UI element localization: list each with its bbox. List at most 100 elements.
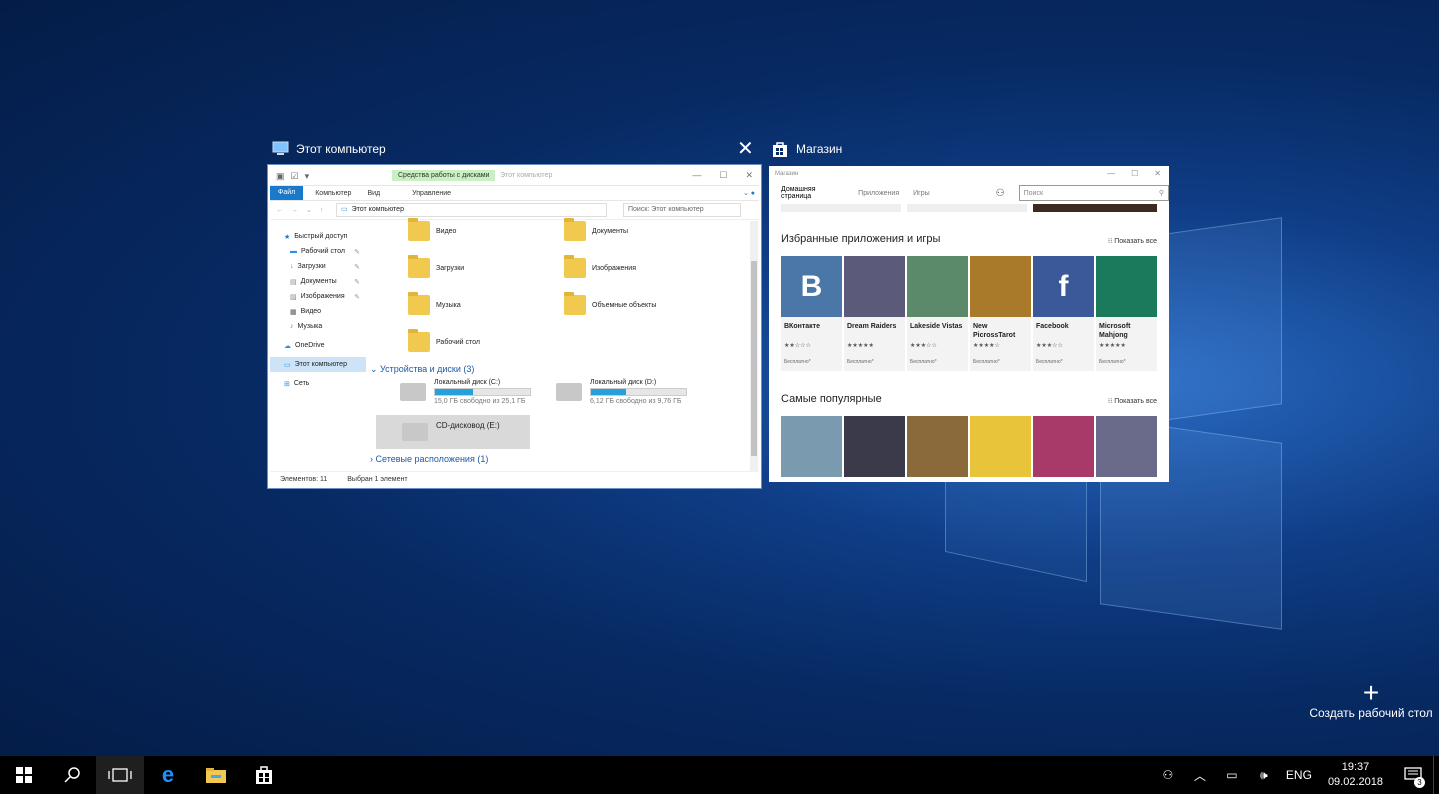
app-tile[interactable] <box>970 416 1031 477</box>
popular-tiles <box>781 416 1157 477</box>
search-button[interactable] <box>48 756 96 794</box>
nav-item-this-pc[interactable]: ▭ Этот компьютер <box>270 357 366 372</box>
close-icon[interactable]: ✕ <box>745 170 753 181</box>
maximize-icon[interactable]: ☐ <box>719 170 727 181</box>
app-tile[interactable]: Lakeside Vistas ★★★☆☆ Бесплатно* <box>907 256 968 371</box>
app-tile[interactable] <box>1096 416 1157 477</box>
folder-pictures[interactable]: Изображения <box>564 255 636 278</box>
new-desktop-button[interactable]: + Создать рабочий стол <box>1306 679 1436 721</box>
store-thumb-label: Магазин <box>796 142 843 156</box>
folder-downloads[interactable]: Загрузки <box>408 255 464 278</box>
search-input[interactable]: Поиск: Этот компьютер <box>623 203 741 217</box>
app-tile[interactable]: Dream Raiders ★★★★★ Бесплатно* <box>844 256 905 371</box>
maximize-icon[interactable]: ☐ <box>1131 169 1138 178</box>
nav-item-network[interactable]: ⊞ Сеть <box>270 376 366 391</box>
section-network[interactable]: › Сетевые расположения (1) <box>370 454 488 464</box>
tab-home[interactable]: Домашняя страница <box>781 186 844 200</box>
tab-manage[interactable]: Управление <box>412 190 451 197</box>
minimize-icon[interactable]: — <box>1107 169 1115 178</box>
edge-button[interactable]: e <box>144 756 192 794</box>
desktop-icon: ▬ <box>290 248 297 255</box>
navigation-pane: ★ Быстрый доступ ▬ Рабочий стол ✎ ↓ Загрузки… <box>270 229 366 469</box>
folder-desktop[interactable]: Рабочий стол <box>408 329 480 352</box>
drive-icon <box>400 383 426 401</box>
tab-view[interactable]: Вид <box>367 190 380 197</box>
explorer-titlebar: ▣ ☑ ▾ Средства работы с дисками Этот компь… <box>270 167 759 186</box>
show-desktop-button[interactable] <box>1433 756 1439 794</box>
folder-documents[interactable]: Документы <box>564 218 628 241</box>
app-tile[interactable] <box>844 416 905 477</box>
music-icon: ♪ <box>290 323 294 330</box>
drive-d[interactable]: Локальный диск (D:) 6,12 ГБ свободно из … <box>556 379 687 405</box>
app-tile[interactable] <box>907 416 968 477</box>
close-icon[interactable]: ✕ <box>737 139 754 159</box>
store-window[interactable]: Магазин — ☐ ✕ Домашняя страница Приложен… <box>769 166 1169 482</box>
close-icon[interactable]: ✕ <box>1154 169 1161 178</box>
action-center-button[interactable]: 3 <box>1393 756 1433 794</box>
pin-icon: ✎ <box>354 248 360 256</box>
help-icon[interactable]: ⌄ ● <box>743 189 755 197</box>
tab-file[interactable]: Файл <box>270 186 304 200</box>
app-tile[interactable]: f Facebook ★★★☆☆ Бесплатно* <box>1033 256 1094 371</box>
show-all-popular-link[interactable]: ⁝⁝ Показать все <box>1108 397 1157 405</box>
tab-apps[interactable]: Приложения <box>858 190 899 197</box>
app-tile[interactable]: B ВКонтакте ★★☆☆☆ Бесплатно* <box>781 256 842 371</box>
network-icon: ⊞ <box>284 380 290 388</box>
nav-item-downloads[interactable]: ↓ Загрузки ✎ <box>270 259 366 274</box>
start-button[interactable] <box>0 756 48 794</box>
nav-item-quick-access[interactable]: ★ Быстрый доступ <box>270 229 366 244</box>
nav-item-videos[interactable]: ▦ Видео <box>270 304 366 319</box>
nav-item-pictures[interactable]: ▨ Изображения ✎ <box>270 289 366 304</box>
store-titlebar: Магазин — ☐ ✕ <box>775 169 1161 178</box>
nav-item-desktop[interactable]: ▬ Рабочий стол ✎ <box>270 244 366 259</box>
task-view-button[interactable] <box>96 756 144 794</box>
drive-c[interactable]: Локальный диск (C:) 15,0 ГБ свободно из … <box>400 379 531 405</box>
tab-computer[interactable]: Компьютер <box>315 190 351 197</box>
hero-strip <box>781 204 1157 212</box>
store-thumb-title[interactable]: Магазин <box>770 140 842 158</box>
explorer-thumb-title[interactable]: Этот компьютер <box>270 140 386 158</box>
app-tile[interactable] <box>1033 416 1094 477</box>
app-tile[interactable]: Microsoft Mahjong ★★★★★ Бесплатно* <box>1096 256 1157 371</box>
network-icon[interactable]: ▭ <box>1220 768 1244 782</box>
context-tab[interactable]: Средства работы с дисками <box>392 170 496 181</box>
minimize-icon[interactable]: — <box>692 170 701 181</box>
nav-item-documents[interactable]: ▤ Документы ✎ <box>270 274 366 289</box>
quick-access-toolbar[interactable]: ▣ ☑ ▾ <box>270 171 309 182</box>
drive-usage-bar <box>434 388 531 396</box>
folder-music[interactable]: Музыка <box>408 292 461 315</box>
nav-item-music[interactable]: ♪ Музыка <box>270 319 366 334</box>
section-devices[interactable]: ⌄ Устройства и диски (3) <box>370 364 474 375</box>
explorer-window[interactable]: ▣ ☑ ▾ Средства работы с дисками Этот компь… <box>268 165 761 488</box>
app-tile[interactable] <box>781 416 842 477</box>
scrollbar[interactable] <box>750 221 758 471</box>
pin-icon: ✎ <box>354 263 360 271</box>
nav-item-onedrive[interactable]: ☁ OneDrive <box>270 338 366 353</box>
drive-usage-bar <box>590 388 687 396</box>
app-tile[interactable]: New PicrossTarot ★★★★☆ Бесплатно* <box>970 256 1031 371</box>
search-icon: ⚲ <box>1158 190 1164 197</box>
nav-arrows-icon[interactable]: ←→⌄↑ <box>270 206 336 214</box>
chevron-up-icon[interactable]: ︿ <box>1188 767 1212 784</box>
people-icon[interactable]: ⚇ <box>1156 768 1180 782</box>
volume-icon[interactable]: 🕪 <box>1252 768 1276 783</box>
address-bar[interactable]: ▭ Этот компьютер <box>336 203 607 217</box>
folder-3d-objects[interactable]: Объемные объекты <box>564 292 656 315</box>
file-explorer-button[interactable] <box>192 756 240 794</box>
store-button[interactable] <box>240 756 288 794</box>
clock[interactable]: 19:37 09.02.2018 <box>1328 760 1383 790</box>
star-icon: ★ <box>284 233 291 241</box>
folder-icon <box>408 329 430 352</box>
user-icon[interactable]: ⚇ <box>996 188 1005 199</box>
taskbar: e ⚇ ︿ ▭ 🕪 ENG 19:37 09.02.2018 3 <box>0 756 1439 794</box>
language-indicator[interactable]: ENG <box>1284 768 1314 782</box>
store-search-input[interactable]: Поиск ⚲ <box>1018 185 1169 201</box>
folder-icon <box>564 255 586 278</box>
store-icon <box>770 140 790 158</box>
drive-e[interactable]: CD-дисковод (E:) <box>376 415 530 449</box>
notification-count-badge: 3 <box>1414 777 1425 788</box>
drive-icon <box>556 383 582 401</box>
tab-games[interactable]: Игры <box>913 190 930 197</box>
show-all-featured-link[interactable]: ⁝⁝ Показать все <box>1108 237 1157 245</box>
folder-videos[interactable]: Видео <box>408 218 456 241</box>
